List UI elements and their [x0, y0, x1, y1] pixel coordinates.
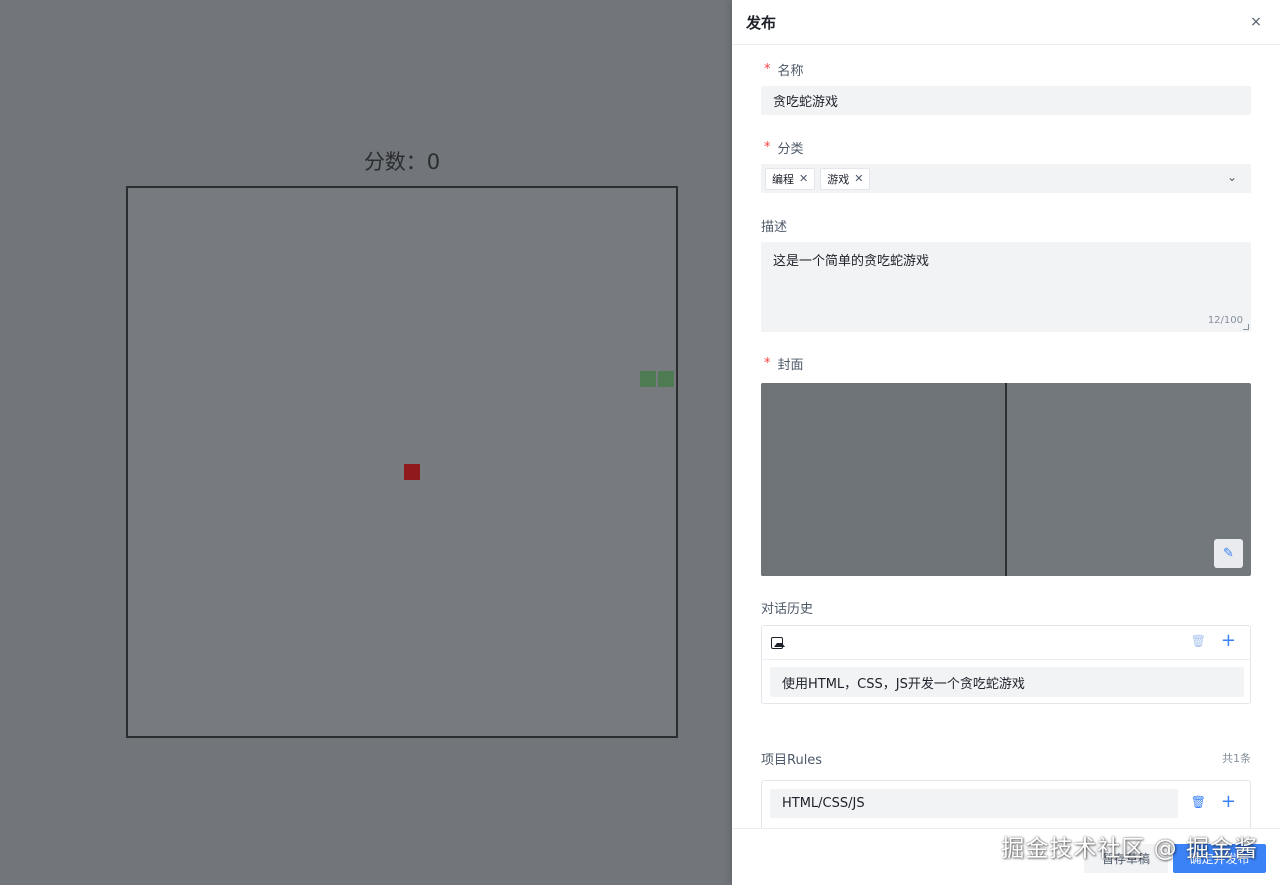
resize-handle-icon[interactable]	[1243, 324, 1249, 330]
cover-field-label: * 封面	[761, 353, 804, 373]
snake-segment	[640, 371, 656, 387]
history-label: 对话历史	[761, 601, 814, 617]
drawer-body: * 名称 贪吃蛇游戏 * 分类 编程 ✕ 游戏 ✕ ⌄ 描述 这是一个简单的贪吃…	[732, 46, 1280, 828]
category-field-label: * 分类	[761, 137, 804, 157]
description-textarea[interactable]: 这是一个简单的贪吃蛇游戏 12/100	[761, 242, 1251, 332]
game-board[interactable]	[126, 186, 678, 738]
category-select[interactable]: 编程 ✕ 游戏 ✕ ⌄	[761, 164, 1251, 193]
tag-remove-icon[interactable]: ✕	[799, 172, 808, 185]
description-field-label: 描述	[761, 215, 787, 235]
char-count: 12/100	[1207, 315, 1243, 326]
history-message[interactable]: 使用HTML，CSS，JS开发一个贪吃蛇游戏	[770, 667, 1244, 697]
tag-remove-icon[interactable]: ✕	[854, 172, 863, 185]
rules-header: 项目Rules 共1条	[761, 748, 1251, 768]
food-cell	[404, 464, 420, 480]
edit-cover-button[interactable]: ✎	[1214, 539, 1243, 568]
history-toolbar: 🗑 +	[762, 626, 1250, 660]
game-area: 分数：0	[0, 0, 732, 885]
category-tag: 编程 ✕	[765, 167, 816, 190]
rules-label: 项目Rules	[761, 752, 823, 768]
description-text: 这是一个简单的贪吃蛇游戏	[773, 254, 930, 269]
name-input[interactable]: 贪吃蛇游戏	[761, 86, 1251, 115]
name-field-label: * 名称	[761, 59, 804, 79]
drawer-header: 发布 ×	[732, 0, 1280, 45]
category-label: 分类	[777, 141, 804, 157]
cover-left-pane	[761, 383, 1005, 576]
required-marker: *	[764, 61, 771, 77]
image-icon[interactable]	[771, 636, 785, 649]
tag-label: 游戏	[827, 172, 850, 186]
cover-image: ✎	[761, 383, 1251, 576]
rule-item[interactable]: HTML/CSS/JS	[770, 789, 1178, 818]
name-label: 名称	[777, 63, 804, 79]
cover-label: 封面	[777, 357, 804, 373]
publish-drawer: 发布 × * 名称 贪吃蛇游戏 * 分类 编程 ✕ 游戏 ✕ ⌄ 描述 这是一个…	[732, 0, 1280, 885]
history-field-label: 对话历史	[761, 597, 813, 617]
cover-divider	[1005, 383, 1007, 576]
required-marker: *	[764, 139, 771, 155]
rules-count: 共1条	[1222, 752, 1251, 765]
watermark: 掘金技术社区 @ 掘金酱	[1001, 836, 1258, 862]
tag-label: 编程	[772, 172, 794, 186]
history-box: 🗑 + 使用HTML，CSS，JS开发一个贪吃蛇游戏	[761, 625, 1251, 704]
snake-segment	[658, 371, 674, 387]
score-display: 分数：0	[363, 150, 441, 174]
close-icon[interactable]: ×	[1246, 12, 1266, 32]
required-marker: *	[764, 355, 771, 371]
pencil-icon: ✎	[1223, 546, 1234, 561]
drawer-title: 发布	[746, 13, 777, 32]
chevron-down-icon[interactable]: ⌄	[1227, 170, 1237, 184]
trash-icon[interactable]: 🗑	[1191, 634, 1206, 648]
plus-icon[interactable]: +	[1221, 791, 1236, 812]
rules-box: HTML/CSS/JS 🗑 +	[761, 780, 1251, 828]
category-tag: 游戏 ✕	[820, 167, 871, 190]
trash-icon[interactable]: 🗑	[1191, 795, 1206, 809]
plus-icon[interactable]: +	[1221, 630, 1236, 651]
description-label: 描述	[761, 219, 788, 235]
